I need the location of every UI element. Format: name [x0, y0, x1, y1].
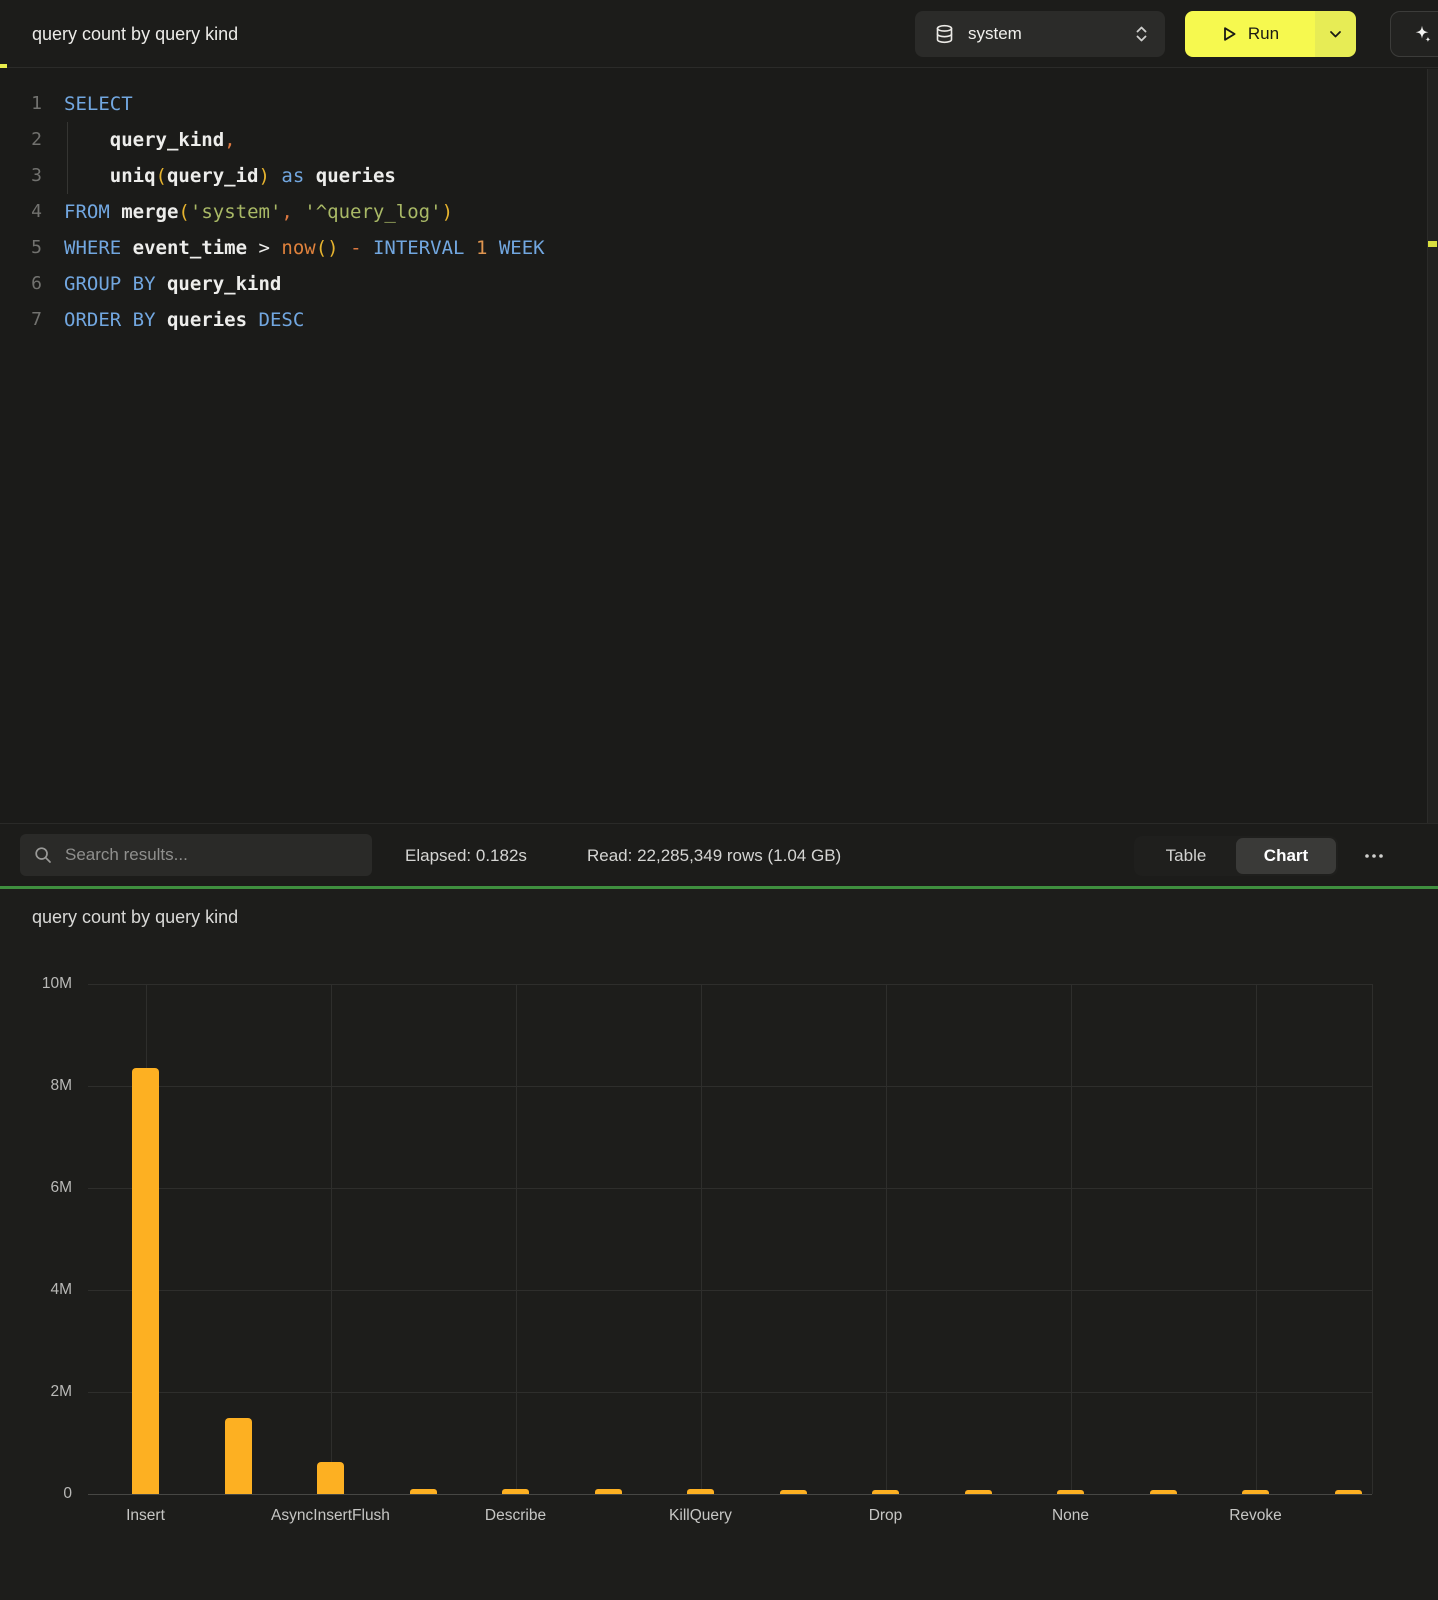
search-input[interactable]: [63, 844, 358, 866]
v-gridline: [701, 984, 702, 1494]
line-number: 5: [0, 230, 42, 266]
x-axis-label: Describe: [485, 1507, 546, 1525]
bar[interactable]: [965, 1490, 992, 1494]
code-line[interactable]: 4 FROM merge('system', '^query_log'): [0, 194, 1438, 230]
active-tab-indicator: [0, 64, 7, 68]
bar[interactable]: [132, 1068, 159, 1494]
v-gridline: [516, 984, 517, 1494]
results-toolbar: Elapsed: 0.182s Read: 22,285,349 rows (1…: [0, 823, 1438, 886]
bar[interactable]: [687, 1489, 714, 1494]
play-icon: [1221, 25, 1238, 43]
code-text: WHERE event_time > now() - INTERVAL 1 WE…: [64, 230, 545, 266]
bar[interactable]: [317, 1462, 344, 1494]
sparkle-icon: [1411, 23, 1433, 45]
scrollbar-marker: [1428, 241, 1437, 247]
x-axis-label: Insert: [126, 1507, 165, 1525]
h-gridline: [88, 1086, 1372, 1087]
h-gridline: [88, 1392, 1372, 1393]
run-split-button: Run: [1185, 11, 1356, 57]
line-number: 2: [0, 122, 42, 158]
y-tick-label: 8M: [0, 1077, 72, 1095]
code-text: GROUP BY query_kind: [64, 266, 281, 302]
code-text: FROM merge('system', '^query_log'): [64, 194, 453, 230]
line-number: 7: [0, 302, 42, 338]
code-line[interactable]: 2 query_kind,: [0, 122, 1438, 158]
line-number: 3: [0, 158, 42, 194]
database-selector-value: system: [968, 24, 1022, 44]
bar[interactable]: [1335, 1490, 1362, 1494]
y-tick-label: 0: [0, 1485, 72, 1503]
x-axis-label: Drop: [869, 1507, 903, 1525]
bar[interactable]: [1150, 1490, 1177, 1494]
x-axis-label: AsyncInsertFlush: [271, 1507, 390, 1525]
v-gridline: [1071, 984, 1072, 1494]
y-tick-label: 10M: [0, 975, 72, 993]
sql-editor[interactable]: 1SELECT2 query_kind,3 uniq(query_id) as …: [0, 69, 1438, 823]
x-axis-label: KillQuery: [669, 1507, 732, 1525]
editor-scrollbar[interactable]: [1427, 69, 1438, 823]
bar[interactable]: [780, 1490, 807, 1494]
bar[interactable]: [410, 1489, 437, 1494]
code-line[interactable]: 5 WHERE event_time > now() - INTERVAL 1 W…: [0, 230, 1438, 266]
h-gridline: [88, 1188, 1372, 1189]
code-text: uniq(query_id) as queries: [64, 158, 396, 194]
v-gridline: [886, 984, 887, 1494]
search-box: [20, 834, 372, 876]
y-tick-label: 2M: [0, 1383, 72, 1401]
database-selector[interactable]: system: [915, 11, 1165, 57]
run-button[interactable]: Run: [1185, 11, 1315, 57]
bar[interactable]: [225, 1418, 252, 1495]
top-bar: query count by query kind system Run: [0, 0, 1438, 68]
x-axis-line: [88, 1494, 1372, 1495]
read-stat: Read: 22,285,349 rows (1.04 GB): [587, 824, 841, 887]
chart-view-button[interactable]: Chart: [1236, 838, 1336, 874]
plot-right-boundary: [1372, 984, 1373, 1494]
code-line[interactable]: 7 ORDER BY queries DESC: [0, 302, 1438, 338]
query-title: query count by query kind: [32, 0, 238, 68]
line-number: 6: [0, 266, 42, 302]
table-view-button[interactable]: Table: [1136, 838, 1236, 874]
v-gridline: [331, 984, 332, 1494]
code-text: SELECT: [64, 86, 133, 122]
y-tick-label: 4M: [0, 1281, 72, 1299]
search-icon: [34, 846, 52, 864]
h-gridline: [88, 1290, 1372, 1291]
line-number: 1: [0, 86, 42, 122]
chart-plot: 0 2M 4M 6M 8M 10M Insert AsyncInsertFlush Descri…: [0, 889, 1438, 1600]
bar[interactable]: [502, 1489, 529, 1494]
view-toggle: Table Chart: [1134, 836, 1338, 876]
h-gridline: [88, 984, 1372, 985]
v-gridline: [1256, 984, 1257, 1494]
x-axis-label: Revoke: [1229, 1507, 1282, 1525]
code-lines: 1SELECT2 query_kind,3 uniq(query_id) as …: [0, 86, 1438, 338]
code-line[interactable]: 6 GROUP BY query_kind: [0, 266, 1438, 302]
bar[interactable]: [595, 1489, 622, 1494]
elapsed-stat: Elapsed: 0.182s: [405, 824, 527, 887]
bar[interactable]: [1057, 1490, 1084, 1494]
indent-guide: [67, 122, 68, 194]
bar[interactable]: [872, 1490, 899, 1494]
bar[interactable]: [1242, 1490, 1269, 1494]
more-options-button[interactable]: [1352, 836, 1396, 876]
code-line[interactable]: 1 SELECT: [0, 86, 1438, 122]
ellipsis-icon: [1364, 853, 1384, 859]
chevron-down-icon: [1329, 30, 1342, 39]
chart-card: query count by query kind 02M4M6M8M10MIn…: [0, 889, 1438, 1600]
code-text: ORDER BY queries DESC: [64, 302, 304, 338]
database-icon: [935, 24, 954, 45]
x-axis-label: None: [1052, 1507, 1089, 1525]
y-tick-label: 6M: [0, 1179, 72, 1197]
run-button-label: Run: [1248, 24, 1279, 44]
line-number: 4: [0, 194, 42, 230]
run-options-button[interactable]: [1315, 11, 1356, 57]
code-text: query_kind,: [64, 122, 236, 158]
code-line[interactable]: 3 uniq(query_id) as queries: [0, 158, 1438, 194]
chevron-up-down-icon: [1134, 24, 1149, 44]
ai-assistant-button[interactable]: [1390, 11, 1438, 57]
